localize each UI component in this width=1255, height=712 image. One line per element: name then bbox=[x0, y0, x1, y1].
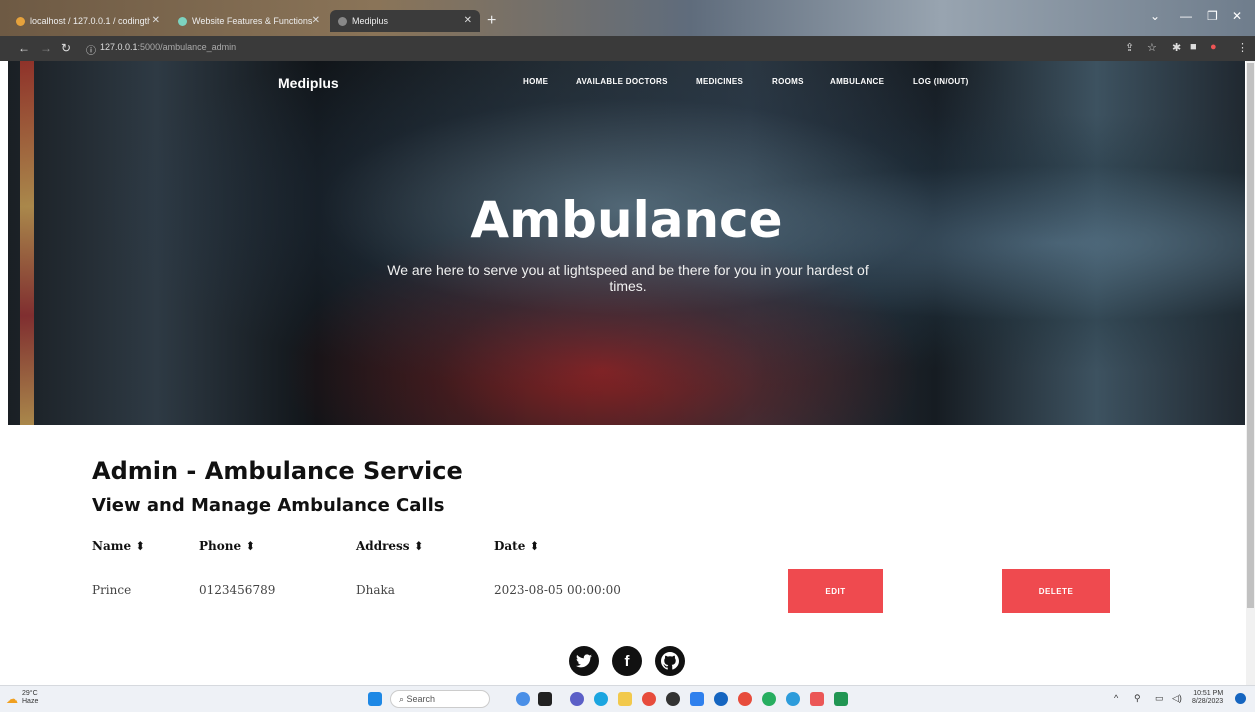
taskbar-clock[interactable]: 10:51 PM 8/28/2023 bbox=[1192, 690, 1223, 706]
cell-phone: 0123456789 bbox=[199, 583, 276, 597]
tab-favicon-icon bbox=[16, 16, 25, 26]
tab-website-features[interactable]: Website Features & Functions ✕ bbox=[170, 10, 328, 32]
app-icon[interactable] bbox=[810, 692, 824, 706]
new-tab-icon[interactable]: + bbox=[487, 12, 496, 30]
page-scrollbar[interactable] bbox=[1246, 61, 1255, 685]
tab-phpmyadmin[interactable]: localhost / 127.0.0.1 / codingth... ✕ bbox=[8, 10, 168, 32]
facebook-icon[interactable]: f bbox=[612, 646, 642, 676]
reload-icon[interactable]: ↻ bbox=[61, 41, 71, 55]
chrome-icon[interactable] bbox=[738, 692, 752, 706]
clock-time: 10:51 PM bbox=[1193, 690, 1224, 697]
chrome-profile-icon[interactable] bbox=[786, 692, 800, 706]
tab-favicon-icon bbox=[338, 16, 347, 26]
address-bar: ← → ↻ ⓘ 127.0.0.1:5000/ambulance_admin ⇪… bbox=[0, 36, 1255, 61]
windows-taskbar: ☁ 29°C Haze ⌕ Search ^ ⚲ ▭ ◁) 10:51 PM 8… bbox=[0, 685, 1255, 712]
column-label: Name bbox=[92, 539, 132, 553]
column-header-date[interactable]: Date ⬍ bbox=[494, 539, 540, 553]
nav-rooms[interactable]: ROOMS bbox=[772, 77, 804, 86]
weather-temp: 29°C bbox=[22, 690, 38, 697]
site-info-icon[interactable]: ⓘ bbox=[86, 42, 96, 57]
close-tab-icon[interactable]: ✕ bbox=[152, 15, 160, 26]
hero-title: Ambulance bbox=[470, 191, 783, 249]
microphone-icon[interactable]: ⚲ bbox=[1134, 693, 1141, 704]
edge-icon[interactable] bbox=[594, 692, 608, 706]
chrome-profile-icon[interactable] bbox=[762, 692, 776, 706]
close-window-icon[interactable]: ✕ bbox=[1232, 9, 1242, 23]
close-tab-icon[interactable]: ✕ bbox=[464, 15, 472, 26]
hero-banner: Mediplus HOME AVAILABLE DOCTORS MEDICINE… bbox=[8, 61, 1245, 425]
sidebar-icon[interactable]: ■ bbox=[1190, 41, 1197, 53]
tab-label: Mediplus bbox=[352, 16, 389, 26]
clock-date: 8/28/2023 bbox=[1192, 698, 1224, 705]
tray-chevron-icon[interactable]: ^ bbox=[1114, 693, 1118, 703]
column-header-address[interactable]: Address ⬍ bbox=[356, 539, 424, 553]
url-host: 127.0.0.1 bbox=[100, 42, 138, 52]
cell-date: 2023-08-05 00:00:00 bbox=[494, 583, 621, 597]
chrome-icon[interactable] bbox=[642, 692, 656, 706]
menu-kebab-icon[interactable]: ⋮ bbox=[1237, 41, 1248, 54]
taskbar-search[interactable]: ⌕ Search bbox=[390, 690, 490, 708]
column-label: Phone bbox=[199, 539, 242, 553]
github-icon[interactable] bbox=[655, 646, 685, 676]
teams-icon[interactable] bbox=[570, 692, 584, 706]
app-icon[interactable] bbox=[516, 692, 530, 706]
volume-icon[interactable]: ◁) bbox=[1172, 693, 1182, 704]
bookmark-star-icon[interactable]: ☆ bbox=[1147, 41, 1157, 54]
url-field[interactable]: 127.0.0.1:5000/ambulance_admin bbox=[100, 42, 236, 52]
weather-desc: Haze bbox=[22, 698, 39, 705]
sort-icon: ⬍ bbox=[135, 539, 146, 553]
nav-log-in-out[interactable]: LOG (IN/OUT) bbox=[913, 77, 969, 86]
tab-favicon-icon bbox=[178, 16, 187, 26]
tab-mediplus[interactable]: Mediplus ✕ bbox=[330, 10, 480, 32]
url-path: :5000/ambulance_admin bbox=[137, 42, 237, 52]
restore-icon[interactable]: ❐ bbox=[1207, 9, 1218, 23]
vscode-icon[interactable] bbox=[690, 692, 704, 706]
sort-icon: ⬍ bbox=[529, 539, 540, 553]
page-title: Admin - Ambulance Service bbox=[92, 457, 463, 485]
close-tab-icon[interactable]: ✕ bbox=[312, 15, 320, 26]
sort-icon: ⬍ bbox=[413, 539, 424, 553]
cell-address: Dhaka bbox=[356, 583, 395, 597]
forward-icon[interactable]: → bbox=[40, 41, 52, 55]
back-icon[interactable]: ← bbox=[18, 41, 30, 55]
browser-tab-bar: localhost / 127.0.0.1 / codingth... ✕ We… bbox=[0, 0, 1255, 36]
weather-icon[interactable]: ☁ bbox=[6, 692, 18, 706]
delete-button[interactable]: DELETE bbox=[1002, 569, 1110, 613]
search-label: Search bbox=[406, 694, 436, 704]
file-explorer-icon[interactable] bbox=[618, 692, 632, 706]
column-header-name[interactable]: Name ⬍ bbox=[92, 539, 145, 553]
nav-available-doctors[interactable]: AVAILABLE DOCTORS bbox=[576, 77, 668, 86]
column-label: Address bbox=[356, 539, 410, 553]
hero-subtitle: We are here to serve you at lightspeed a… bbox=[387, 262, 869, 294]
windows-start-icon[interactable] bbox=[368, 692, 382, 706]
task-view-icon[interactable] bbox=[538, 692, 552, 706]
github-desktop-icon[interactable] bbox=[666, 692, 680, 706]
nav-medicines[interactable]: MEDICINES bbox=[696, 77, 743, 86]
minimize-icon[interactable]: — bbox=[1180, 9, 1192, 23]
app-icon[interactable] bbox=[714, 692, 728, 706]
tab-label: Website Features & Functions bbox=[192, 16, 312, 26]
terminal-icon[interactable] bbox=[834, 692, 848, 706]
cell-name: Prince bbox=[92, 583, 132, 597]
nav-home[interactable]: HOME bbox=[523, 77, 548, 86]
twitter-icon[interactable] bbox=[569, 646, 599, 676]
edit-button[interactable]: EDIT bbox=[788, 569, 883, 613]
nav-ambulance[interactable]: AMBULANCE bbox=[830, 77, 884, 86]
share-icon[interactable]: ⇪ bbox=[1125, 41, 1134, 54]
search-icon: ⌕ bbox=[399, 693, 407, 704]
network-icon[interactable]: ▭ bbox=[1155, 693, 1164, 704]
tab-search-icon[interactable]: ⌄ bbox=[1150, 9, 1160, 23]
weather-widget[interactable]: 29°C Haze bbox=[22, 690, 38, 706]
notification-icon[interactable] bbox=[1235, 693, 1246, 704]
column-label: Date bbox=[494, 539, 526, 553]
tab-label: localhost / 127.0.0.1 / codingth... bbox=[30, 16, 150, 26]
extensions-icon[interactable]: ✱ bbox=[1172, 41, 1181, 54]
profile-avatar-icon[interactable]: ● bbox=[1210, 41, 1217, 53]
site-brand[interactable]: Mediplus bbox=[278, 75, 339, 91]
page-subtitle: View and Manage Ambulance Calls bbox=[92, 495, 445, 516]
column-header-phone[interactable]: Phone ⬍ bbox=[199, 539, 255, 553]
sort-icon: ⬍ bbox=[245, 539, 256, 553]
scrollbar-thumb[interactable] bbox=[1247, 63, 1254, 608]
